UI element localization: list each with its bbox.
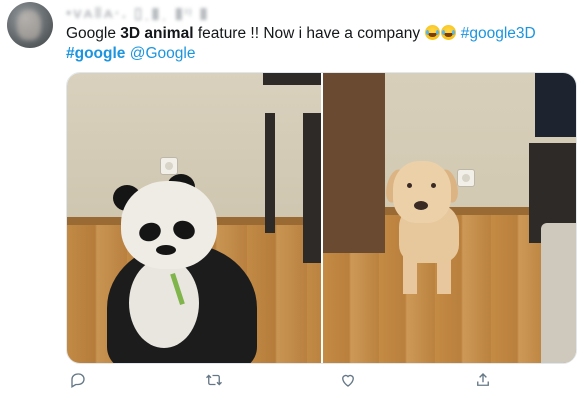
hashtag-google3d[interactable]: #google3D: [461, 25, 536, 42]
tweet-bold-text: 3D animal: [120, 25, 194, 42]
tv-screen: [535, 73, 576, 137]
furniture-leg: [265, 113, 275, 233]
mention-google[interactable]: @Google: [130, 45, 196, 62]
outlet-icon: [457, 169, 475, 187]
furniture-leg: [303, 113, 321, 263]
dog-nose: [414, 201, 428, 210]
tweet-media[interactable]: [66, 72, 577, 364]
furniture: [263, 73, 321, 85]
tweet-text-part: feature !! Now i have a company: [193, 25, 425, 42]
dog-eye: [431, 183, 436, 188]
tweet-text: Google 3D animal feature !! Now i have a…: [66, 24, 571, 64]
reply-icon: [71, 373, 85, 388]
author-name[interactable]: •ᴠᴀ‖ᴀ·. ▯ˌ▮ˌ ▮ᶦᵎ ▮: [66, 4, 210, 22]
tweet-actions: [66, 368, 516, 392]
share-button[interactable]: [471, 368, 495, 392]
avatar[interactable]: [7, 2, 53, 48]
hashtag-google[interactable]: #google: [66, 45, 125, 62]
tweet-text-part: Google: [66, 25, 121, 42]
panda-nose: [156, 245, 176, 255]
retweet-button[interactable]: [202, 368, 226, 392]
dog-photo[interactable]: [323, 73, 576, 363]
retweet-icon: [206, 374, 222, 386]
panda-head: [121, 181, 217, 269]
like-icon: [342, 374, 354, 387]
share-icon: [477, 373, 489, 386]
sofa: [541, 223, 576, 363]
dog-eye: [407, 183, 412, 188]
outlet-icon: [160, 157, 178, 175]
cabinet: [323, 73, 385, 253]
laughing-emoji-icon: [425, 25, 441, 40]
laughing-emoji-icon: [441, 25, 457, 40]
panda-belly: [129, 258, 199, 348]
panda-photo[interactable]: [67, 73, 321, 363]
reply-button[interactable]: [66, 368, 90, 392]
dog-head: [393, 161, 451, 223]
like-button[interactable]: [336, 368, 360, 392]
